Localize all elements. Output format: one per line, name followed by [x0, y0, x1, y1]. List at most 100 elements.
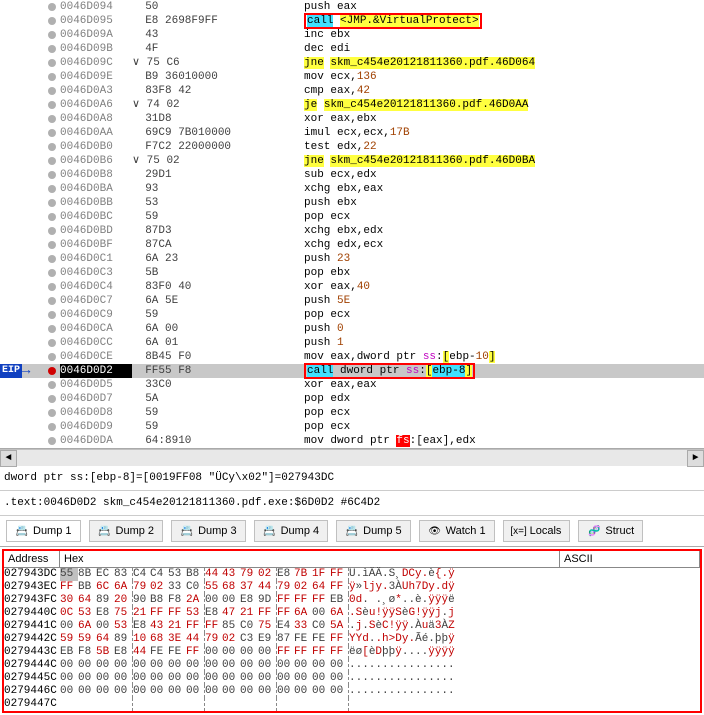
hex-byte[interactable]: 00 — [240, 646, 258, 659]
hex-row[interactable]: 027943FC3064892090B8F82A0000E89DFFFFFFEB… — [4, 594, 700, 607]
hex-byte[interactable]: 43 — [150, 620, 168, 633]
breakpoint-icon[interactable] — [48, 115, 56, 123]
hex-byte[interactable]: FF — [258, 607, 276, 620]
breakpoint-icon[interactable] — [48, 353, 56, 361]
disasm-row[interactable]: 0046D0BF 87CAxchg edx,ecx — [0, 238, 704, 252]
hex-byte[interactable] — [276, 698, 294, 711]
hex-byte[interactable]: E8 — [96, 607, 114, 620]
hex-byte[interactable]: C0 — [240, 620, 258, 633]
hex-byte[interactable]: 83 — [114, 568, 132, 581]
hex-byte[interactable] — [114, 698, 132, 711]
disasm-row[interactable]: 0046D0AA 69C9 7B010000imul ecx,ecx,17B — [0, 126, 704, 140]
hex-byte[interactable]: 00 — [312, 659, 330, 672]
hex-byte[interactable]: 79 — [132, 581, 150, 594]
hex-byte[interactable]: EB — [60, 646, 78, 659]
hex-byte[interactable]: EB — [330, 594, 348, 607]
disasm-row[interactable]: 0046D0A6∨ 74 02je skm_c454e20121811360.p… — [0, 98, 704, 112]
hex-byte[interactable]: FF — [330, 633, 348, 646]
hex-byte[interactable]: FF — [276, 607, 294, 620]
hex-byte[interactable]: 00 — [276, 659, 294, 672]
hex-byte[interactable] — [330, 698, 348, 711]
hex-byte[interactable]: E8 — [204, 607, 222, 620]
hex-byte[interactable] — [186, 698, 204, 711]
disasm-row[interactable]: 0046D0CE 8B45 F0mov eax,dword ptr ss:[eb… — [0, 350, 704, 364]
disasm-row[interactable]: 0046D0D7 5Apop edx — [0, 392, 704, 406]
hex-byte[interactable]: 75 — [258, 620, 276, 633]
horizontal-scrollbar[interactable]: ◄ ► — [0, 449, 704, 466]
hex-row[interactable]: 0279441C006A0053E84321FFFF85C075E433C05A… — [4, 620, 700, 633]
hex-byte[interactable]: 5A — [330, 620, 348, 633]
disasm-row[interactable]: EIP→0046D0D2 FF55 F8call dword ptr ss:[e… — [0, 364, 704, 378]
scroll-right-button[interactable]: ► — [687, 450, 704, 467]
hex-byte[interactable]: 02 — [150, 581, 168, 594]
hex-byte[interactable]: 00 — [150, 659, 168, 672]
hex-byte[interactable]: 55 — [204, 581, 222, 594]
hex-byte[interactable] — [96, 698, 114, 711]
breakpoint-icon[interactable] — [48, 73, 56, 81]
tab-dump-2[interactable]: 📇Dump 2 — [89, 520, 164, 542]
hex-byte[interactable]: 53 — [78, 607, 96, 620]
hex-byte[interactable]: FF — [276, 646, 294, 659]
hex-byte[interactable]: FF — [60, 581, 78, 594]
hex-byte[interactable]: 02 — [222, 633, 240, 646]
tab-watch-1[interactable]: 👁Watch 1 — [419, 520, 495, 542]
breakpoint-icon[interactable] — [48, 87, 56, 95]
breakpoint-icon[interactable] — [48, 143, 56, 151]
hex-byte[interactable]: 64 — [96, 633, 114, 646]
disasm-row[interactable]: 0046D0C9 59pop ecx — [0, 308, 704, 322]
hex-byte[interactable]: FE — [312, 633, 330, 646]
breakpoint-icon[interactable] — [48, 17, 56, 25]
hex-byte[interactable]: 8B — [78, 568, 96, 581]
hex-byte[interactable]: 00 — [258, 659, 276, 672]
disasm-row[interactable]: 0046D0B6∨ 75 02jne skm_c454e20121811360.… — [0, 154, 704, 168]
disasm-row[interactable]: 0046D094 50push eax — [0, 0, 704, 14]
disasm-row[interactable]: 0046D0BD 87D3xchg ebx,edx — [0, 224, 704, 238]
hex-byte[interactable] — [222, 698, 240, 711]
hex-byte[interactable]: FF — [294, 646, 312, 659]
hex-byte[interactable]: 00 — [168, 659, 186, 672]
disasm-row[interactable]: 0046D0D8 59pop ecx — [0, 406, 704, 420]
hex-byte[interactable]: 64 — [312, 581, 330, 594]
hex-byte[interactable]: 00 — [96, 659, 114, 672]
hex-byte[interactable]: 00 — [132, 672, 150, 685]
hex-byte[interactable]: 02 — [294, 581, 312, 594]
breakpoint-icon[interactable] — [48, 129, 56, 137]
hex-byte[interactable]: 9D — [258, 594, 276, 607]
hex-byte[interactable]: 6A — [294, 607, 312, 620]
hex-byte[interactable]: 89 — [114, 633, 132, 646]
hex-byte[interactable]: E8 — [132, 620, 150, 633]
breakpoint-icon[interactable] — [48, 283, 56, 291]
hex-byte[interactable]: 44 — [204, 568, 222, 581]
hex-byte[interactable]: E8 — [114, 646, 132, 659]
hex-byte[interactable]: 00 — [240, 672, 258, 685]
hex-byte[interactable]: FF — [330, 568, 348, 581]
disasm-row[interactable]: 0046D0BB 53push ebx — [0, 196, 704, 210]
disasm-row[interactable]: 0046D0D9 59pop ecx — [0, 420, 704, 434]
hex-byte[interactable]: F8 — [78, 646, 96, 659]
hex-byte[interactable]: B8 — [150, 594, 168, 607]
hex-byte[interactable]: 6A — [330, 607, 348, 620]
hex-row[interactable]: 027943DC558BEC83C4C453B844437902E87B1FFF… — [4, 568, 700, 581]
hex-byte[interactable]: 02 — [258, 568, 276, 581]
hex-byte[interactable]: 00 — [222, 659, 240, 672]
hex-byte[interactable]: 00 — [186, 659, 204, 672]
hex-byte[interactable]: 79 — [204, 633, 222, 646]
hex-byte[interactable]: C3 — [240, 633, 258, 646]
breakpoint-icon[interactable] — [48, 45, 56, 53]
hex-byte[interactable] — [258, 698, 276, 711]
hex-byte[interactable]: 59 — [60, 633, 78, 646]
hex-byte[interactable]: 00 — [96, 620, 114, 633]
hex-byte[interactable]: 44 — [186, 633, 204, 646]
hex-byte[interactable]: FF — [294, 594, 312, 607]
hex-byte[interactable]: 00 — [240, 659, 258, 672]
disasm-row[interactable]: 0046D09E B9 36010000mov ecx,136 — [0, 70, 704, 84]
hex-byte[interactable]: 1F — [312, 568, 330, 581]
hex-row[interactable]: 0279447C — [4, 698, 700, 711]
hex-byte[interactable]: 90 — [132, 594, 150, 607]
hex-byte[interactable]: 00 — [114, 659, 132, 672]
disasm-row[interactable]: 0046D0A8 31D8xor eax,ebx — [0, 112, 704, 126]
hex-byte[interactable]: 00 — [294, 659, 312, 672]
hex-byte[interactable]: 00 — [312, 672, 330, 685]
tab-dump-4[interactable]: 📇Dump 4 — [254, 520, 329, 542]
hex-byte[interactable]: 21 — [168, 620, 186, 633]
